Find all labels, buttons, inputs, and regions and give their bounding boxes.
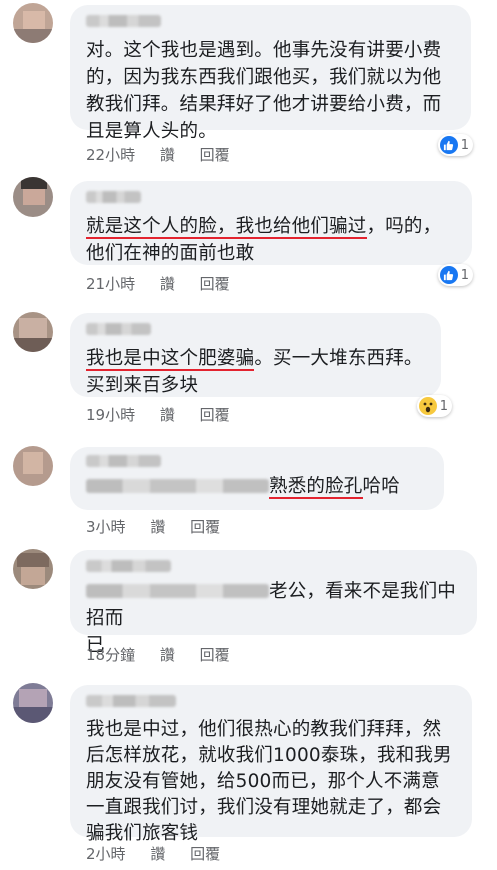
comment-meta: 21小時 讚 回覆	[86, 273, 250, 294]
comment-meta: 2小時 讚 回覆	[86, 843, 240, 864]
wow-face-icon	[418, 397, 437, 415]
comment-bubble: 我也是中过，他们很热心的教我们拜拜，然后怎样放花，就收我们1000泰珠，我和我男…	[70, 685, 472, 844]
reply-link[interactable]: 回覆	[200, 646, 230, 664]
like-link[interactable]: 讚	[160, 646, 175, 664]
like-link[interactable]: 讚	[160, 406, 175, 424]
thumbs-up-icon	[439, 136, 458, 154]
redacted-text	[86, 479, 269, 493]
commenter-name[interactable]	[86, 560, 171, 572]
comment-meta: 22小時 讚 回覆	[86, 144, 250, 165]
comment-text: 对。这个我也是遇到。他事先没有讲要小费的，因为我东西我们跟他买，我们就以为他教我…	[86, 40, 442, 142]
reaction-badge[interactable]: 1	[416, 395, 452, 417]
reply-link[interactable]: 回覆	[200, 406, 230, 424]
underlined-text: 我也是中这个肥婆骗	[86, 348, 255, 371]
timestamp[interactable]: 22小時	[86, 146, 135, 164]
comment-bubble: 对。这个我也是遇到。他事先没有讲要小费的，因为我东西我们跟他买，我们就以为他教我…	[70, 5, 471, 142]
timestamp[interactable]: 18分鐘	[86, 646, 135, 664]
underlined-text: 就是这个人的脸，我也给他们骗过	[86, 216, 367, 239]
comment-bubble: 我也是中这个肥婆骗。买一大堆东西拜。买到来百多块	[70, 313, 441, 397]
comment-meta: 18分鐘 讚 回覆	[86, 644, 250, 665]
reaction-badge[interactable]: 1	[437, 134, 473, 156]
avatar[interactable]	[13, 177, 53, 217]
reply-link[interactable]: 回覆	[190, 845, 220, 863]
reaction-badge[interactable]: 1	[437, 264, 473, 286]
reaction-count: 1	[460, 267, 469, 283]
avatar[interactable]	[13, 549, 53, 589]
comment-text: 我也是中这个肥婆骗。买一大堆东西拜。买到来百多块	[86, 345, 427, 399]
reaction-count: 1	[460, 137, 469, 153]
comment-bubble: 老公，看来不是我们中招而已	[70, 550, 477, 656]
comment-meta: 3小時 讚 回覆	[86, 516, 240, 537]
commenter-name[interactable]	[86, 191, 141, 203]
reaction-count: 1	[439, 398, 448, 414]
timestamp[interactable]: 2小時	[86, 845, 126, 863]
text-rest: 哈哈	[362, 476, 400, 497]
comment-text: 就是这个人的脸，我也给他们骗过，吗的，他们在神的面前也敢	[86, 213, 458, 267]
comment-bubble: 熟悉的脸孔哈哈	[70, 447, 444, 510]
comment-bubble: 就是这个人的脸，我也给他们骗过，吗的，他们在神的面前也敢	[70, 181, 472, 265]
like-link[interactable]: 讚	[150, 518, 165, 536]
underlined-text: 熟悉的脸孔	[269, 476, 363, 499]
commenter-name[interactable]	[86, 323, 151, 335]
commenter-name[interactable]	[86, 15, 161, 27]
avatar[interactable]	[13, 446, 53, 486]
redacted-text	[86, 584, 269, 598]
reply-link[interactable]: 回覆	[190, 518, 220, 536]
comment-text: 我也是中过，他们很热心的教我们拜拜，然后怎样放花，就收我们1000泰珠，我和我男…	[86, 719, 452, 844]
commenter-name[interactable]	[86, 695, 176, 707]
timestamp[interactable]: 19小時	[86, 406, 135, 424]
thumbs-up-icon	[439, 266, 458, 284]
avatar[interactable]	[13, 3, 53, 43]
like-link[interactable]: 讚	[160, 146, 175, 164]
reply-link[interactable]: 回覆	[200, 146, 230, 164]
avatar[interactable]	[13, 312, 53, 352]
avatar[interactable]	[13, 683, 53, 723]
reply-link[interactable]: 回覆	[200, 275, 230, 293]
like-link[interactable]: 讚	[160, 275, 175, 293]
commenter-name[interactable]	[86, 455, 161, 467]
timestamp[interactable]: 3小時	[86, 518, 126, 536]
comment-text: 熟悉的脸孔哈哈	[86, 473, 430, 500]
comment-meta: 19小時 讚 回覆	[86, 404, 250, 425]
like-link[interactable]: 讚	[150, 845, 165, 863]
timestamp[interactable]: 21小時	[86, 275, 135, 293]
